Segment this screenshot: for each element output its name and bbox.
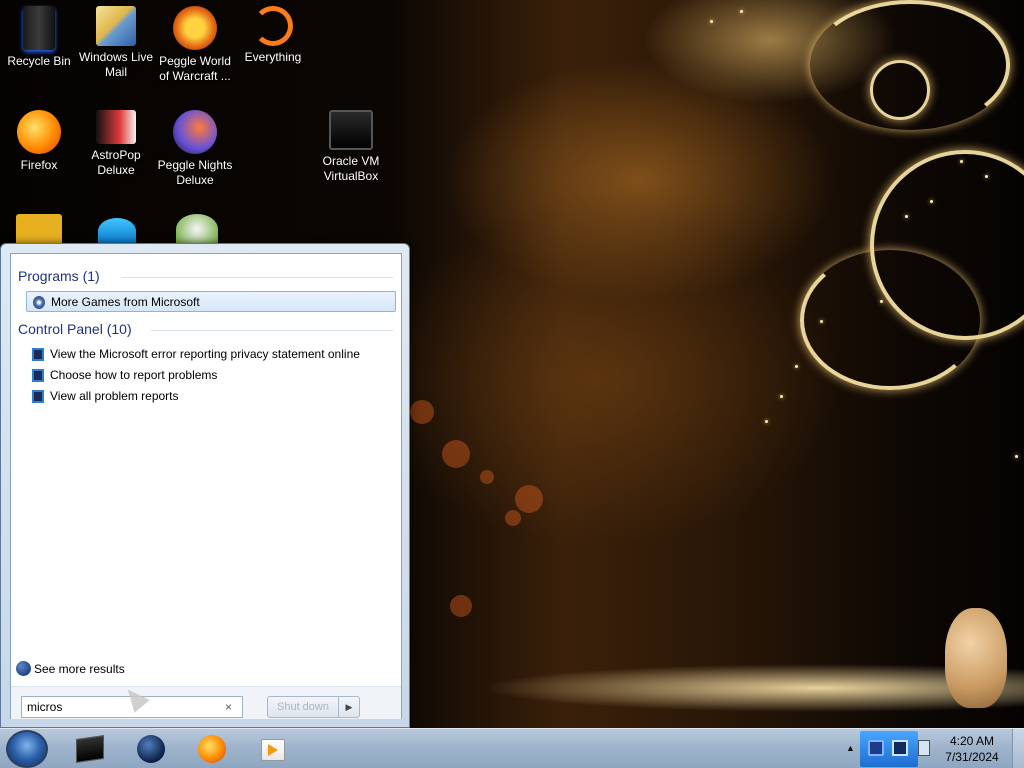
divider: [121, 277, 393, 278]
games-icon: [33, 296, 45, 309]
desktop-icon-astropop[interactable]: AstroPop Deluxe: [77, 110, 155, 178]
virtualbox-icon: [76, 735, 104, 763]
result-choose-report-problems[interactable]: Choose how to report problems: [26, 365, 396, 386]
desktop-icon-label: Firefox: [20, 158, 58, 172]
desktop-icon-recycle-bin[interactable]: Recycle Bin: [0, 6, 78, 69]
desktop-icon-label: Peggle Nights Deluxe: [157, 158, 233, 187]
clock-time: 4:20 AM: [949, 734, 995, 748]
action-center-icon[interactable]: [868, 740, 884, 756]
desktop-icon-windows-live-mail[interactable]: Windows Live Mail: [77, 6, 155, 80]
search-results-pane: Programs (1) More Games from Microsoft C…: [10, 253, 402, 719]
virtualbox-icon: [329, 110, 373, 150]
see-more-label: See more results: [34, 662, 125, 676]
peggle-nights-icon: [173, 110, 217, 154]
search-globe-icon: [16, 661, 31, 676]
result-label: View all problem reports: [50, 389, 179, 403]
shutdown-button[interactable]: Shut down: [267, 696, 339, 718]
result-label: View the Microsoft error reporting priva…: [50, 347, 360, 361]
desktop-icon-peggle-wow[interactable]: Peggle World of Warcraft ...: [156, 6, 234, 84]
desktop-icon-label: Recycle Bin: [7, 54, 71, 68]
desktop-icon-partial[interactable]: [176, 214, 218, 244]
clock-date: 7/31/2024: [945, 750, 999, 764]
desktop-icon-partial[interactable]: [98, 218, 136, 244]
network-icon[interactable]: [892, 740, 908, 756]
result-label: Choose how to report problems: [50, 368, 218, 382]
play-icon: [268, 744, 278, 756]
taskbar-virtualbox-button[interactable]: [72, 733, 106, 765]
start-button[interactable]: [6, 730, 48, 768]
start-menu: Programs (1) More Games from Microsoft C…: [0, 243, 410, 728]
desktop-icon-partial[interactable]: [16, 214, 62, 244]
result-label: More Games from Microsoft: [51, 295, 200, 309]
divider: [151, 330, 393, 331]
desktop-icon-label: Everything: [244, 50, 302, 64]
desktop-icon-label: Peggle World of Warcraft ...: [159, 54, 231, 83]
recycle-bin-icon: [23, 6, 55, 50]
desktop-icon-everything[interactable]: Everything: [234, 6, 312, 65]
result-error-reporting-privacy[interactable]: View the Microsoft error reporting priva…: [26, 344, 396, 365]
control-panel-icon: [32, 390, 44, 403]
desktop-icon-label: Oracle VM VirtualBox: [322, 154, 380, 183]
clear-search-icon[interactable]: ×: [225, 700, 232, 714]
show-desktop-button[interactable]: [1012, 729, 1024, 768]
volume-icon[interactable]: [918, 740, 930, 756]
desktop-icon-virtualbox[interactable]: Oracle VM VirtualBox: [312, 110, 390, 184]
astropop-icon: [96, 110, 136, 144]
clock[interactable]: 4:20 AM 7/31/2024: [941, 733, 1003, 765]
desktop-icon-peggle-nights[interactable]: Peggle Nights Deluxe: [156, 110, 234, 188]
group-header-programs: Programs (1): [18, 268, 100, 284]
see-more-results-link[interactable]: See more results: [16, 661, 125, 676]
group-header-control-panel: Control Panel (10): [18, 321, 132, 337]
mail-icon: [96, 6, 136, 46]
desktop-icon-label: AstroPop Deluxe: [91, 148, 141, 177]
taskbar-globe-button[interactable]: [134, 733, 168, 765]
peggle-wow-icon: [173, 6, 217, 50]
desktop-icon-firefox[interactable]: Firefox: [0, 110, 78, 173]
shutdown-options-arrow-icon[interactable]: ▶: [338, 696, 360, 718]
taskbar-media-player-button[interactable]: [256, 733, 290, 765]
everything-icon: [253, 6, 293, 46]
control-panel-icon: [32, 348, 44, 361]
result-more-games[interactable]: More Games from Microsoft: [26, 291, 396, 312]
taskbar: ▲ 4:20 AM 7/31/2024: [0, 728, 1024, 768]
globe-icon: [137, 735, 165, 763]
firefox-icon: [17, 110, 61, 154]
show-hidden-icons-icon[interactable]: ▲: [846, 743, 855, 753]
system-tray: ▲ 4:20 AM 7/31/2024: [840, 729, 1024, 768]
hamster-image: [945, 608, 1007, 708]
desktop-icon-label: Windows Live Mail: [78, 50, 154, 79]
result-view-problem-reports[interactable]: View all problem reports: [26, 386, 396, 407]
search-row: × Shut down ▶: [11, 686, 401, 719]
control-panel-icon: [32, 369, 44, 382]
firefox-icon: [198, 735, 226, 763]
taskbar-firefox-button[interactable]: [195, 733, 229, 765]
